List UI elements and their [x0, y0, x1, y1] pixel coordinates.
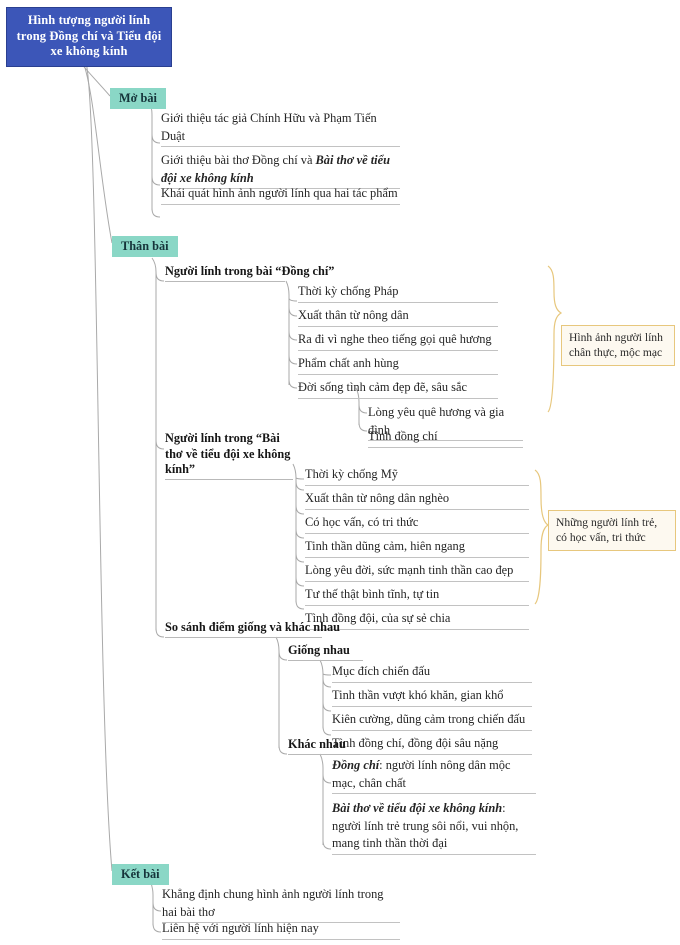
branch-chip-than-bai[interactable]: Thân bài: [112, 236, 178, 257]
leaf-item[interactable]: Khái quát hình ảnh người lính qua hai tá…: [161, 185, 400, 205]
leaf-item[interactable]: Giới thiệu tác giả Chính Hữu và Phạm Tiế…: [161, 110, 400, 147]
branch-chip-ket-bai[interactable]: Kết bài: [112, 864, 169, 885]
root-node[interactable]: Hình tượng người lính trong Đồng chí và …: [6, 7, 172, 67]
leaf-item[interactable]: Bài thơ về tiểu đội xe không kính: người…: [332, 800, 536, 855]
subsection-heading-giong-nhau[interactable]: Giống nhau: [288, 643, 363, 661]
leaf-emphasis: Đồng chí: [332, 758, 380, 772]
subsection-heading-khac-nhau[interactable]: Khác nhau: [288, 737, 360, 755]
sub-leaf-item[interactable]: Tình đồng chí: [368, 428, 523, 448]
branch-chip-mo-bai[interactable]: Mở bài: [110, 88, 166, 109]
leaf-text: Thời kỳ chống Mỹ: [305, 467, 398, 481]
leaf-text: Tinh thần vượt khó khăn, gian khổ: [332, 688, 504, 702]
leaf-item[interactable]: Đời sống tình cảm đẹp đẽ, sâu sắc: [298, 379, 498, 399]
leaf-item[interactable]: Lòng yêu đời, sức mạnh tinh thần cao đẹp: [305, 562, 529, 582]
leaf-text: Thời kỳ chống Pháp: [298, 284, 399, 298]
leaf-item[interactable]: Tinh thần vượt khó khăn, gian khổ: [332, 687, 532, 707]
leaf-text: Xuất thân từ nông dân nghèo: [305, 491, 450, 505]
leaf-item[interactable]: Ra đi vì nghe theo tiếng gọi quê hương: [298, 331, 498, 351]
leaf-text: Giới thiệu tác giả Chính Hữu và Phạm Tiế…: [161, 111, 377, 143]
leaf-text: Liên hệ với người lính hiện nay: [162, 921, 319, 935]
leaf-item[interactable]: Thời kỳ chống Pháp: [298, 283, 498, 303]
leaf-text: Giới thiệu bài thơ Đồng chí và: [161, 153, 316, 167]
leaf-text: Mục đích chiến đấu: [332, 664, 431, 678]
leaf-item[interactable]: Xuất thân từ nông dân: [298, 307, 498, 327]
section-heading-dong-chi[interactable]: Người lính trong bài “Đồng chí”: [165, 264, 334, 282]
leaf-text: Đời sống tình cảm đẹp đẽ, sâu sắc: [298, 380, 467, 394]
leaf-item[interactable]: Tư thế thật bình tĩnh, tự tin: [305, 586, 529, 606]
leaf-text: Kiên cường, dũng cảm trong chiến đấu: [332, 712, 526, 726]
leaf-text: Xuất thân từ nông dân: [298, 308, 409, 322]
leaf-item[interactable]: Đồng chí: người lính nông dân mộc mạc, c…: [332, 757, 536, 794]
leaf-text: Có học vấn, có tri thức: [305, 515, 419, 529]
section-heading-bai-tho[interactable]: Người lính trong “Bài thơ về tiểu đội xe…: [165, 431, 293, 480]
leaf-text: Khái quát hình ảnh người lính qua hai tá…: [161, 186, 398, 200]
callout-box-dong-chi: Hình ảnh người lính chân thực, mộc mạc: [561, 325, 675, 366]
leaf-text: Tinh thần dũng cảm, hiên ngang: [305, 539, 465, 553]
leaf-item[interactable]: Giới thiệu bài thơ Đồng chí và Bài thơ v…: [161, 152, 400, 189]
leaf-item[interactable]: Tinh thần dũng cảm, hiên ngang: [305, 538, 529, 558]
leaf-text: Ra đi vì nghe theo tiếng gọi quê hương: [298, 332, 492, 346]
leaf-item[interactable]: Thời kỳ chống Mỹ: [305, 466, 529, 486]
callout-box-bai-tho: Những người lính trẻ, có học vấn, tri th…: [548, 510, 676, 551]
leaf-text: Phẩm chất anh hùng: [298, 356, 399, 370]
leaf-item[interactable]: Phẩm chất anh hùng: [298, 355, 498, 375]
leaf-item[interactable]: Tình đồng chí, đồng đội sâu nặng: [332, 735, 532, 755]
leaf-emphasis: Bài thơ về tiểu đội xe không kính: [332, 801, 503, 815]
leaf-item[interactable]: Khẳng định chung hình ảnh người lính tro…: [162, 886, 400, 923]
leaf-text: Tình đồng chí: [368, 429, 438, 443]
leaf-item[interactable]: Kiên cường, dũng cảm trong chiến đấu: [332, 711, 532, 731]
leaf-item[interactable]: Mục đích chiến đấu: [332, 663, 532, 683]
leaf-item[interactable]: Liên hệ với người lính hiện nay: [162, 920, 400, 940]
leaf-item[interactable]: Xuất thân từ nông dân nghèo: [305, 490, 529, 510]
leaf-item[interactable]: Có học vấn, có tri thức: [305, 514, 529, 534]
leaf-text: Lòng yêu đời, sức mạnh tinh thần cao đẹp: [305, 563, 514, 577]
leaf-text: Khẳng định chung hình ảnh người lính tro…: [162, 887, 384, 919]
leaf-text: Tư thế thật bình tĩnh, tự tin: [305, 587, 440, 601]
section-heading-so-sanh[interactable]: So sánh điểm giống và khác nhau: [165, 620, 340, 638]
mindmap-canvas: Hình tượng người lính trong Đồng chí và …: [0, 0, 680, 945]
